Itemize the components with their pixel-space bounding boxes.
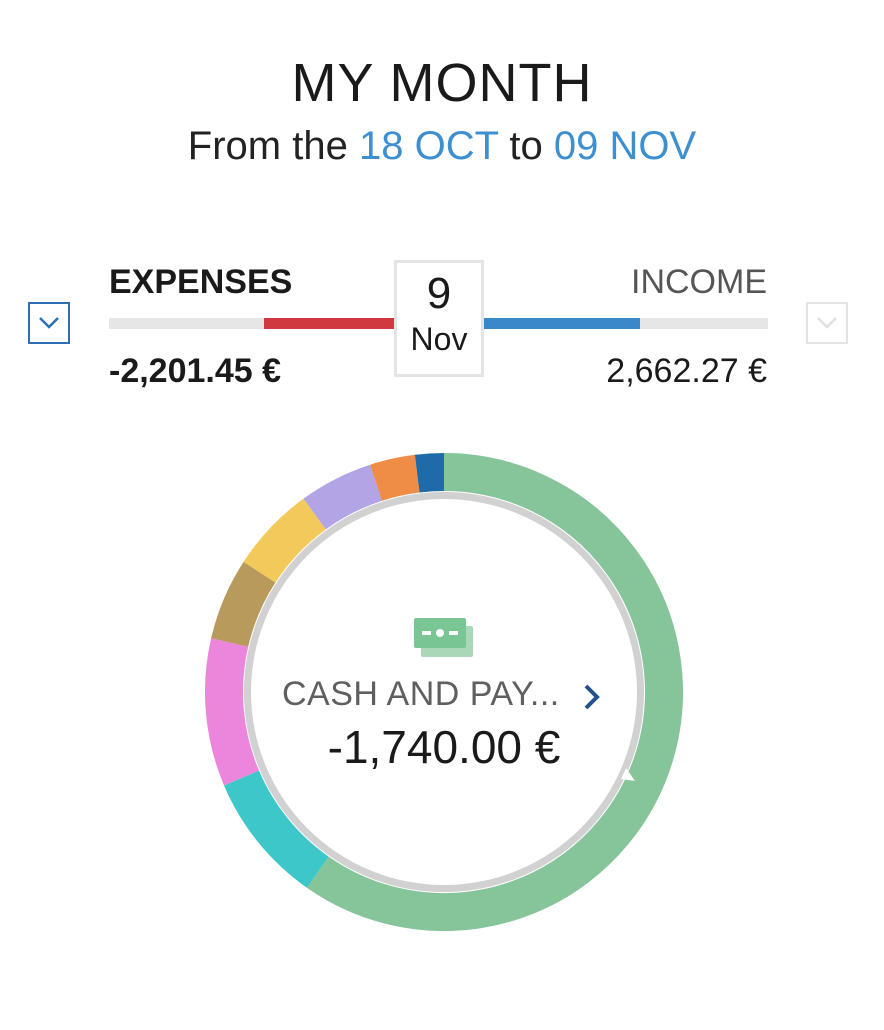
date-range-prefix: From the [187, 124, 348, 168]
cash-bills-icon [414, 618, 473, 657]
end-date[interactable]: 09 NOV [554, 124, 696, 168]
chevron-down-icon [817, 317, 837, 329]
date-range: From the 18 OCT to 09 NOV [0, 124, 884, 169]
date-range-mid: to [509, 124, 543, 168]
income-label: INCOME [631, 263, 767, 301]
selected-category-label[interactable]: CASH AND PAY... [282, 675, 560, 714]
selected-date-box[interactable]: 9 Nov [394, 260, 484, 377]
next-period-button[interactable] [806, 302, 848, 344]
selected-month: Nov [410, 321, 468, 357]
expenses-bar-fill [264, 318, 395, 329]
expenses-label: EXPENSES [109, 263, 293, 301]
chevron-down-icon [39, 317, 59, 329]
donut-segment[interactable] [414, 453, 445, 493]
expenses-bar [109, 318, 395, 329]
income-bar [484, 318, 768, 329]
previous-period-button[interactable] [28, 302, 70, 344]
selected-category-amount: -1,740.00 € [327, 721, 561, 773]
donut-segment[interactable] [370, 454, 420, 501]
page-title: MY MONTH [291, 53, 593, 113]
expenses-amount: -2,201.45 € [109, 352, 282, 390]
selected-day: 9 [426, 269, 452, 318]
income-amount: 2,662.27 € [606, 352, 767, 390]
chevron-right-icon[interactable] [582, 683, 602, 711]
start-date[interactable]: 18 OCT [359, 124, 498, 168]
income-bar-fill [484, 318, 640, 329]
